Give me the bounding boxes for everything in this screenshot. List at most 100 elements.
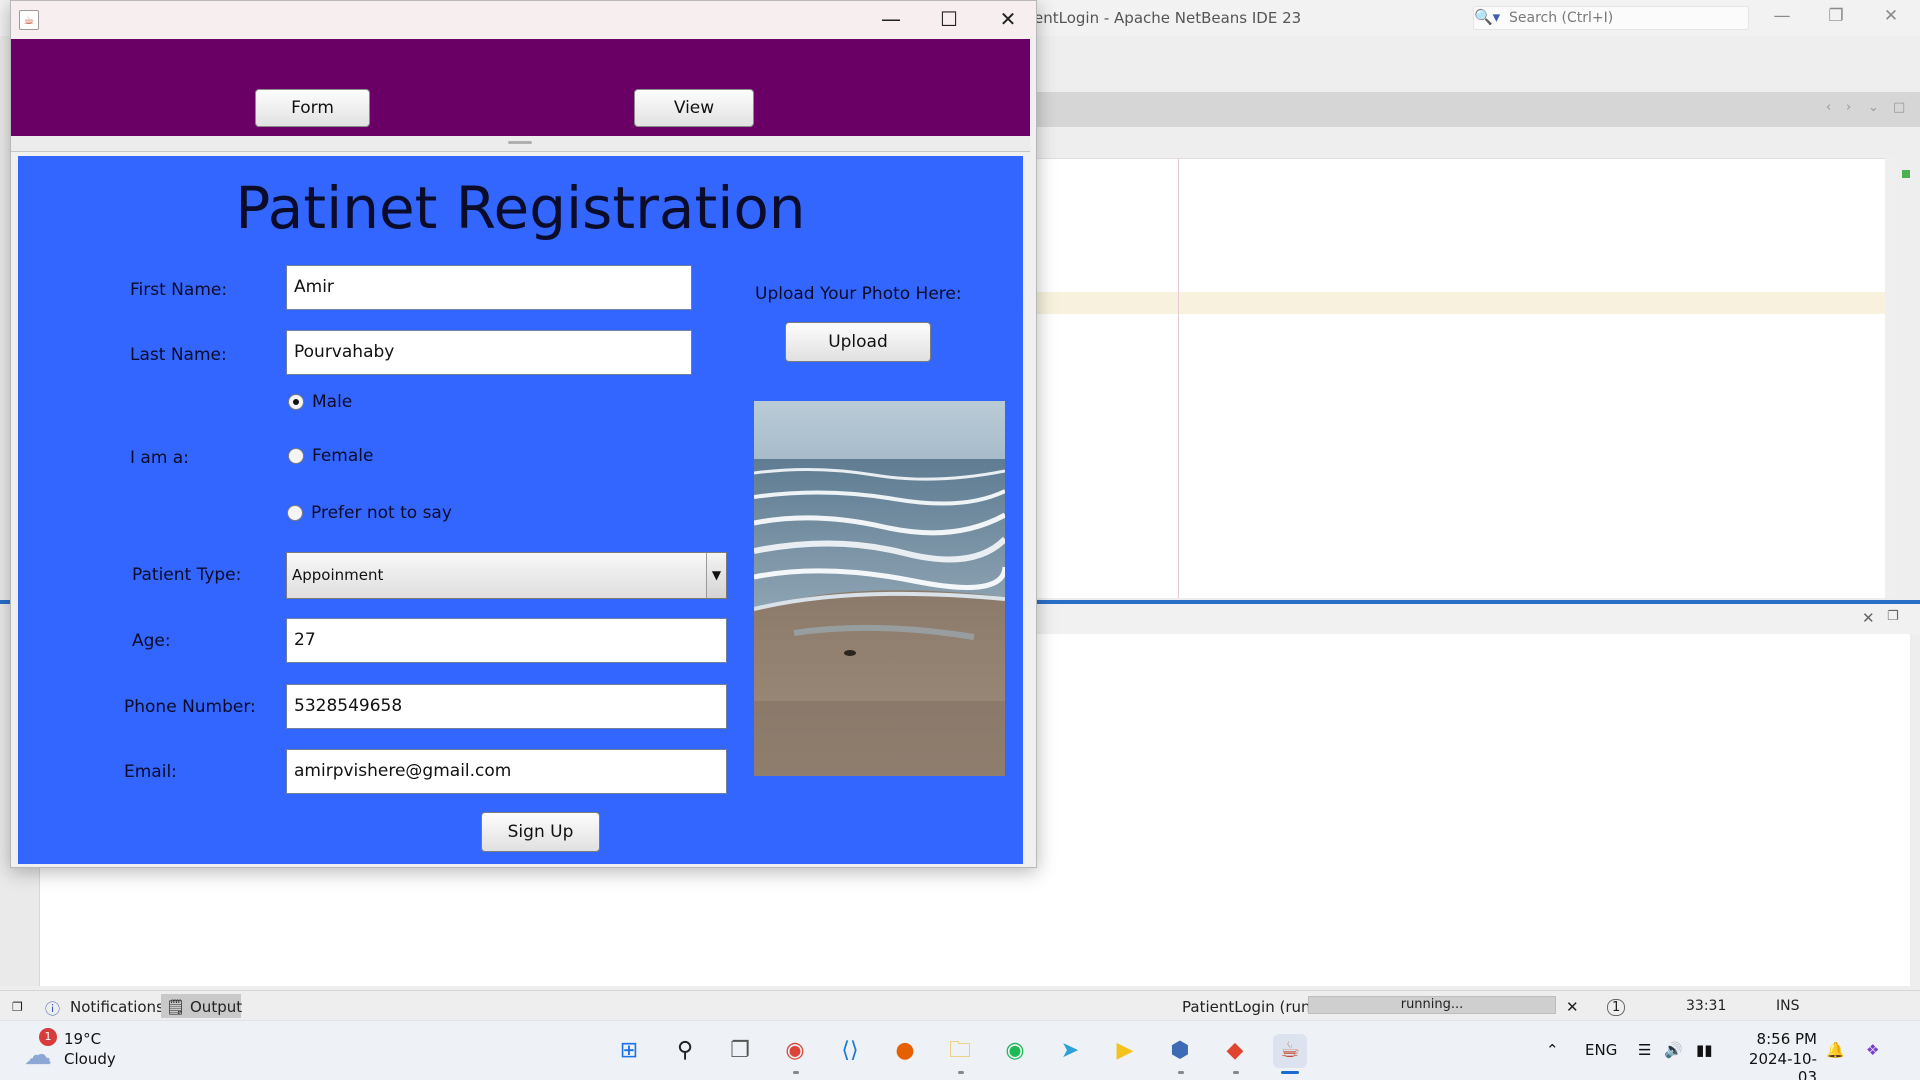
caret-position: 33:31 xyxy=(1686,998,1727,1014)
male-radio-label[interactable]: Male xyxy=(312,392,352,412)
run-task-label: PatientLogin (run) xyxy=(1182,998,1317,1016)
app-minimize-icon[interactable]: — xyxy=(871,7,911,31)
prefer-not-radio-label[interactable]: Prefer not to say xyxy=(311,503,452,523)
volume-icon[interactable]: 🔊 xyxy=(1664,1041,1683,1059)
female-radio-label[interactable]: Female xyxy=(312,446,373,466)
git-running-indicator xyxy=(1233,1071,1239,1074)
email-field[interactable]: amirpvishere@gmail.com xyxy=(286,749,727,794)
female-radio[interactable] xyxy=(288,448,304,464)
notification-count-badge[interactable]: 1 xyxy=(1607,999,1626,1016)
restore-windows-icon[interactable]: ❐ xyxy=(12,1000,23,1014)
splitter-grip[interactable] xyxy=(508,141,532,144)
error-stripe-ok-icon xyxy=(1902,170,1910,178)
clock-time[interactable]: 8:56 PM xyxy=(1747,1030,1817,1048)
male-radio[interactable] xyxy=(288,394,304,410)
ide-editor-tabbar xyxy=(1035,92,1920,127)
patient-registration-window: ☕ — ☐ ✕ Form View Patinet Registration F… xyxy=(10,0,1037,868)
app-close-icon[interactable]: ✕ xyxy=(988,7,1028,31)
age-field[interactable]: 27 xyxy=(286,618,727,663)
java-running-indicator xyxy=(1281,1071,1299,1074)
output-icon[interactable]: 🗒 xyxy=(166,998,185,1016)
clock-date[interactable]: 2024-10-03 xyxy=(1737,1050,1817,1080)
vscode-icon[interactable]: ⟨⟩ xyxy=(833,1034,867,1068)
prefer-not-radio[interactable] xyxy=(287,505,303,521)
weather-temperature[interactable]: 19°C xyxy=(64,1030,101,1048)
ide-status-bar: ❐ ⓘ Notifications 🗒 Output PatientLogin … xyxy=(0,990,1920,1020)
gender-label: I am a: xyxy=(130,448,189,468)
upload-button[interactable]: Upload xyxy=(785,322,931,362)
firefox-icon[interactable]: ● xyxy=(888,1034,922,1068)
beach-photo-image xyxy=(754,401,1005,776)
info-icon[interactable]: ⓘ xyxy=(45,998,60,1019)
patient-type-value: Appoinment xyxy=(292,566,384,584)
insert-mode: INS xyxy=(1776,998,1800,1014)
form-nav-button[interactable]: Form xyxy=(255,89,370,127)
right-margin-guide xyxy=(1178,158,1179,598)
tab-scroll-left-icon[interactable]: ‹ xyxy=(1826,100,1831,115)
age-label: Age: xyxy=(132,631,171,651)
close-output-icon[interactable]: ✕ xyxy=(1862,609,1875,627)
view-nav-button[interactable]: View xyxy=(634,89,754,127)
run-progress-bar: running... xyxy=(1308,996,1556,1014)
virtualbox-running-indicator xyxy=(1178,1071,1184,1074)
java-app-icon[interactable]: ☕ xyxy=(19,10,39,30)
chrome-running-indicator xyxy=(793,1071,799,1074)
language-indicator[interactable]: ENG xyxy=(1585,1041,1617,1059)
uploaded-photo xyxy=(754,401,1005,776)
patient-type-label: Patient Type: xyxy=(132,565,242,585)
ide-search-placeholder: Search (Ctrl+I) xyxy=(1509,10,1614,26)
close-icon[interactable]: ✕ xyxy=(1876,6,1906,26)
chevron-down-icon[interactable]: ▼ xyxy=(706,553,726,598)
copilot-icon[interactable]: ❖ xyxy=(1866,1041,1879,1059)
file-explorer-icon[interactable]: 🗀 xyxy=(943,1034,977,1068)
spotify-icon[interactable]: ◉ xyxy=(998,1034,1032,1068)
notifications-tab[interactable]: Notifications xyxy=(70,998,164,1016)
virtualbox-icon[interactable]: ⬢ xyxy=(1163,1034,1197,1068)
java-icon[interactable]: ☕ xyxy=(1273,1034,1307,1068)
notification-bell-icon[interactable]: 🔔 xyxy=(1826,1041,1845,1059)
panel-splitter[interactable] xyxy=(11,136,1030,152)
registration-form-panel: Patinet Registration First Name: Amir La… xyxy=(18,156,1023,864)
radio-selected-dot xyxy=(293,399,299,405)
minimize-icon[interactable]: — xyxy=(1767,6,1797,26)
ide-code-editor[interactable] xyxy=(1035,158,1885,598)
tab-scroll-right-icon[interactable]: › xyxy=(1846,100,1851,115)
upload-prompt: Upload Your Photo Here: xyxy=(755,284,962,304)
explorer-running-indicator xyxy=(958,1071,964,1074)
wifi-icon[interactable]: ☰ xyxy=(1638,1041,1651,1059)
chrome-icon[interactable]: ◉ xyxy=(778,1034,812,1068)
git-icon[interactable]: ◆ xyxy=(1218,1034,1252,1068)
search-icon[interactable]: 🔍▾ xyxy=(1474,8,1500,26)
maximize-output-icon[interactable]: ❐ xyxy=(1887,609,1899,624)
sign-up-button[interactable]: Sign Up xyxy=(481,812,600,852)
patient-type-select[interactable]: Appoinment ▼ xyxy=(286,552,727,599)
task-view-icon[interactable]: ❐ xyxy=(723,1034,757,1068)
battery-icon[interactable]: ▮▮ xyxy=(1696,1041,1713,1059)
cancel-run-icon[interactable]: ✕ xyxy=(1566,998,1579,1016)
output-header xyxy=(1035,604,1920,634)
current-line-highlight xyxy=(1035,292,1885,314)
search-taskbar-icon[interactable]: ⚲ xyxy=(668,1034,702,1068)
chevron-up-icon[interactable]: ⌃ xyxy=(1546,1041,1559,1059)
first-name-label: First Name: xyxy=(130,280,228,300)
tab-list-icon[interactable]: ⌄ xyxy=(1868,100,1879,115)
restore-icon[interactable]: ❐ xyxy=(1821,6,1851,26)
potplayer-icon[interactable]: ▶ xyxy=(1108,1034,1142,1068)
weather-badge: 1 xyxy=(39,1028,57,1046)
ide-window-title: entLogin - Apache NetBeans IDE 23 xyxy=(1034,9,1302,27)
first-name-field[interactable]: Amir xyxy=(286,265,692,310)
output-tab[interactable]: Output xyxy=(190,998,242,1016)
telegram-icon[interactable]: ➤ xyxy=(1053,1034,1087,1068)
maximize-editor-icon[interactable]: □ xyxy=(1893,100,1905,115)
top-nav-bar: Form View xyxy=(11,39,1030,136)
phone-label: Phone Number: xyxy=(124,697,256,717)
app-maximize-icon[interactable]: ☐ xyxy=(929,7,969,31)
last-name-field[interactable]: Pourvahaby xyxy=(286,330,692,375)
weather-condition[interactable]: Cloudy xyxy=(64,1050,116,1068)
last-name-label: Last Name: xyxy=(130,345,227,365)
form-title: Patinet Registration xyxy=(235,174,806,242)
email-label: Email: xyxy=(124,762,177,782)
phone-field[interactable]: 5328549658 xyxy=(286,684,727,729)
editor-scrollbar[interactable] xyxy=(1885,158,1897,598)
windows-start-icon[interactable]: ⊞ xyxy=(612,1034,646,1068)
